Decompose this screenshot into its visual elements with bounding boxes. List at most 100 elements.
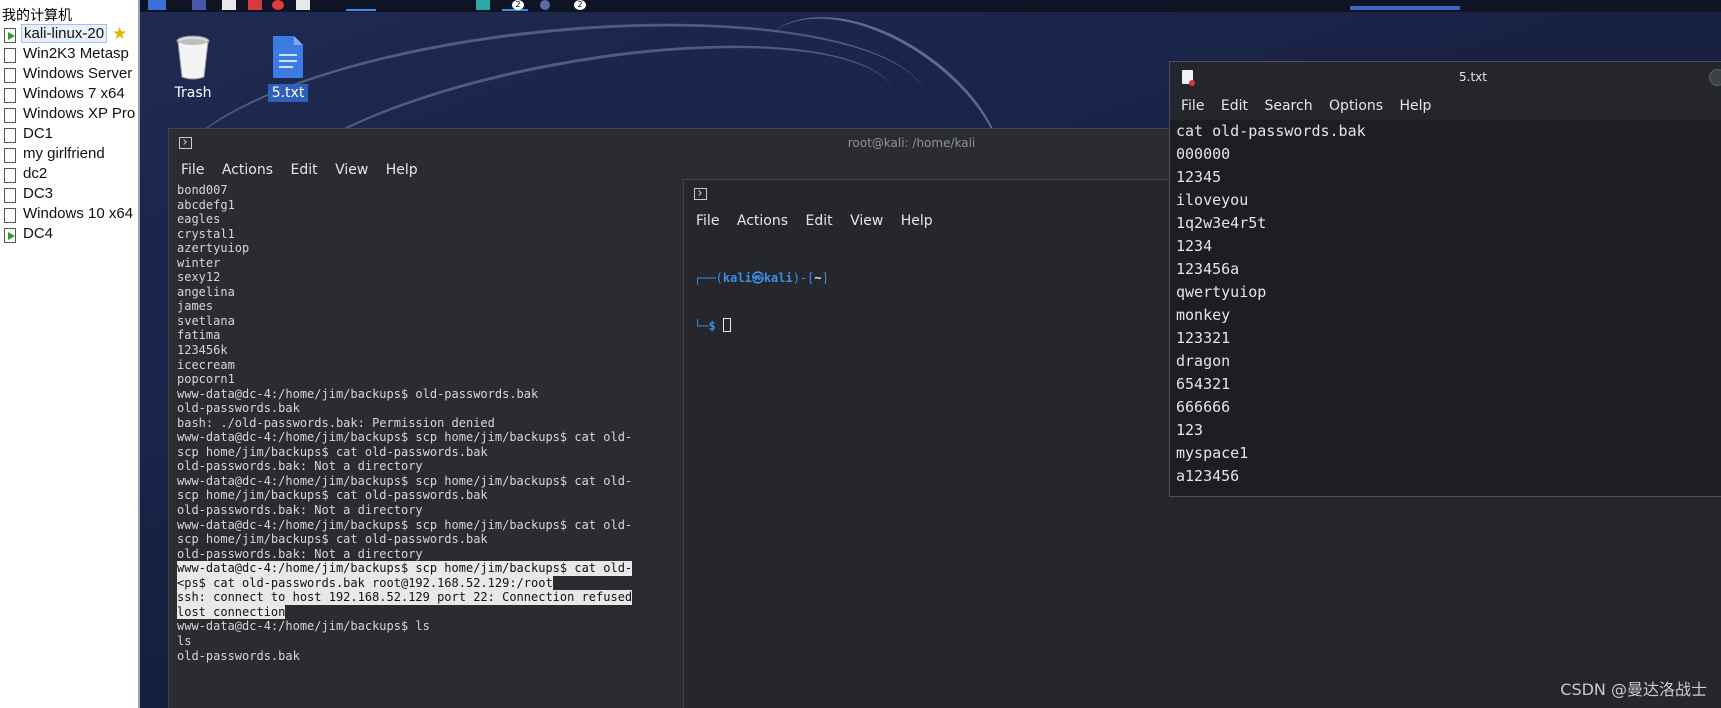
vm-icon: [4, 108, 16, 123]
panel-app-icon[interactable]: [192, 0, 206, 10]
badge-icon: 2: [574, 0, 586, 10]
terminal-line: ssh: connect to host 192.168.52.129 port…: [177, 590, 633, 605]
panel-app-icon[interactable]: [296, 0, 310, 10]
vm-item[interactable]: Win2K3 Metasp: [0, 44, 138, 66]
menu-edit[interactable]: Edit: [290, 157, 317, 183]
menu-file[interactable]: File: [696, 208, 719, 234]
terminal-line: www-data@dc-4:/home/jim/backups$ scp hom…: [177, 517, 633, 532]
vm-icon: [4, 208, 16, 223]
terminal-line: eagles: [177, 212, 221, 227]
terminal-line: www-data@dc-4:/home/jim/backups$ scp hom…: [177, 561, 633, 576]
panel-app-icon[interactable]: [248, 0, 262, 10]
vm-item[interactable]: dc2: [0, 164, 138, 186]
vm-item[interactable]: Windows 10 x64: [0, 204, 138, 226]
terminal-line: bash: ./old-passwords.bak: Permission de…: [177, 415, 495, 430]
panel-app-icon[interactable]: [476, 0, 490, 10]
top-panel: 2 2: [140, 0, 1721, 12]
prompt-user: kali: [722, 271, 752, 285]
prompt-symbol: $: [708, 319, 716, 333]
vm-label: kali-linux-20: [21, 24, 108, 43]
editor-menubar: File Edit Search Options Help: [1170, 92, 1721, 120]
terminal-line: sexy12: [177, 270, 221, 285]
terminal-icon: [179, 137, 192, 149]
badge-icon: 2: [512, 0, 524, 10]
editor-line: dragon: [1176, 352, 1231, 370]
terminal-line: www-data@dc-4:/home/jim/backups$ old-pas…: [177, 386, 539, 401]
vm-item[interactable]: DC1: [0, 124, 138, 146]
terminal-line: <ps$ cat old-passwords.bak root@192.168.…: [177, 575, 553, 591]
panel-app-icon[interactable]: [272, 0, 284, 10]
terminal-line: www-data@dc-4:/home/jim/backups$ scp hom…: [177, 473, 633, 488]
prompt-line-2: └─$: [694, 318, 829, 334]
text-file-icon: [273, 36, 303, 78]
trash-icon: [176, 35, 210, 80]
vm-label: Windows Server: [23, 65, 133, 82]
terminal-output[interactable]: bond007 abcdefg1 eagles crystal1 azertyuiop w…: [177, 183, 633, 663]
vm-label: DC1: [23, 125, 54, 142]
terminal-title: root@kali: /home/kali: [847, 136, 976, 150]
desktop-icon-5txt[interactable]: 5.txt: [253, 34, 323, 102]
vm-item[interactable]: DC4: [0, 224, 138, 246]
terminal-line: azertyuiop: [177, 241, 250, 256]
panel-app-icon[interactable]: [222, 0, 236, 10]
terminal-line: www-data@dc-4:/home/jim/backups$ ls: [177, 619, 430, 634]
my-computer-label[interactable]: 我的计算机: [2, 5, 72, 25]
editor-line: 1q2w3e4r5t: [1176, 214, 1267, 232]
editor-title: 5.txt: [1459, 70, 1487, 84]
menu-help[interactable]: Help: [386, 157, 418, 183]
terminal-prompt[interactable]: ┌──(kali㉿kali)-[~] └─$: [694, 238, 829, 366]
terminal-line: old-passwords.bak: Not a directory: [177, 459, 423, 474]
prompt-dir: ~: [814, 271, 822, 285]
terminal-line: popcorn1: [177, 372, 235, 387]
menu-help[interactable]: Help: [1400, 92, 1432, 120]
menu-help[interactable]: Help: [901, 208, 933, 234]
terminal-line: 123456k: [177, 343, 228, 358]
vm-icon: [4, 128, 16, 143]
vm-item[interactable]: my girlfriend: [0, 144, 138, 166]
desktop-icon-trash[interactable]: Trash: [158, 34, 228, 102]
editor-titlebar[interactable]: 5.txt ✕: [1170, 62, 1721, 92]
terminal-line: angelina: [177, 284, 235, 299]
terminal-line: bond007: [177, 183, 228, 197]
vm-item[interactable]: Windows XP Pro: [0, 104, 138, 126]
editor-line: cat old-passwords.bak: [1176, 122, 1366, 140]
menu-search[interactable]: Search: [1264, 92, 1312, 120]
menu-edit[interactable]: Edit: [805, 208, 832, 234]
editor-line: 666666: [1176, 398, 1231, 416]
editor-line: 123: [1176, 421, 1204, 439]
panel-app-icon[interactable]: [540, 0, 550, 10]
editor-line: qwertyuiop: [1176, 283, 1267, 301]
vm-label: Win2K3 Metasp: [23, 45, 129, 62]
terminal-icon: [694, 188, 707, 200]
menu-options[interactable]: Options: [1329, 92, 1383, 120]
menu-actions[interactable]: Actions: [737, 208, 788, 234]
terminal-line: james: [177, 299, 214, 314]
5txt-label: 5.txt: [267, 84, 309, 102]
vm-item[interactable]: DC3: [0, 184, 138, 206]
menu-view[interactable]: View: [850, 208, 883, 234]
vm-icon: [4, 188, 16, 203]
favorite-star-icon[interactable]: ★: [112, 24, 127, 44]
vm-item[interactable]: Windows Server: [0, 64, 138, 86]
editor-line: myspace1: [1176, 444, 1249, 462]
prompt-line-1: ┌──(kali㉿kali)-[~]: [694, 271, 829, 285]
vm-item[interactable]: Windows 7 x64: [0, 84, 138, 106]
text-editor-window[interactable]: 5.txt ✕ File Edit Search Options Help ca…: [1169, 61, 1721, 497]
menu-view[interactable]: View: [335, 157, 368, 183]
editor-line: 1234: [1176, 237, 1213, 255]
menu-file[interactable]: File: [181, 157, 204, 183]
vm-label: Windows 7 x64: [23, 85, 125, 102]
workspace-indicator[interactable]: [346, 9, 376, 11]
editor-text-area[interactable]: cat old-passwords.bak 000000 12345 iloveyou…: [1170, 120, 1721, 496]
kali-menu-icon[interactable]: [148, 0, 166, 10]
vm-item[interactable]: kali-linux-20 ★: [0, 24, 138, 46]
terminal-line: old-passwords.bak: Not a directory: [177, 546, 423, 561]
minimize-button[interactable]: [1709, 69, 1721, 86]
menu-actions[interactable]: Actions: [222, 157, 273, 183]
text-file-icon: [1182, 70, 1195, 86]
menu-file[interactable]: File: [1181, 92, 1204, 120]
vm-label: dc2: [23, 165, 48, 182]
menu-edit[interactable]: Edit: [1221, 92, 1248, 120]
prompt-host: kali: [763, 271, 793, 285]
vm-icon: [4, 68, 16, 83]
